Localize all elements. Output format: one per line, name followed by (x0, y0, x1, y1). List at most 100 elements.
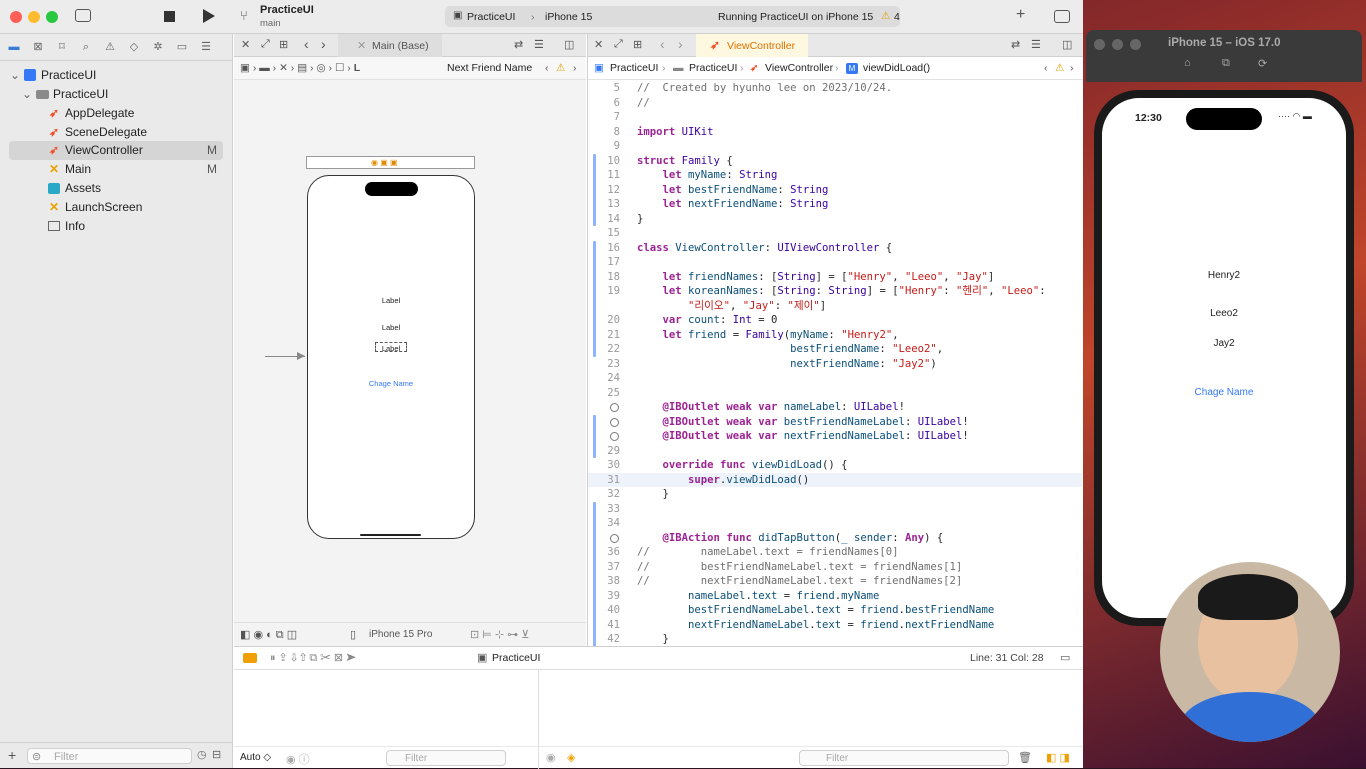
code-line[interactable]: 8 import UIKit (588, 125, 1082, 140)
search-icon[interactable]: ⌕ (80, 41, 92, 53)
code-area[interactable]: 5 // Created by hyunho lee on 2023/10/24.… (588, 81, 1083, 646)
back-icon[interactable]: ‹ (1044, 57, 1048, 80)
zoom-window-button[interactable] (46, 11, 58, 23)
forward-icon[interactable]: › (321, 36, 326, 52)
ib-label-best-friend[interactable]: Label (308, 323, 474, 332)
navigator-filter-input[interactable]: Filter ⊜ (27, 748, 192, 764)
scene-dock[interactable]: ◉ ▣ ▣ (306, 156, 475, 169)
outlet-connection-icon[interactable] (610, 432, 619, 441)
outlet-connection-icon[interactable] (610, 533, 619, 543)
forward-icon[interactable]: › (678, 36, 683, 52)
code-line[interactable]: 37// bestFriendNameLabel.text = friendNa… (588, 560, 1082, 575)
trash-icon[interactable]: 🗑 (1018, 751, 1032, 764)
debug-controls-icon[interactable]: ⏸ ⇪ ⇩ ⇧ ⧉ ✂ ⊠ ➤ (270, 651, 356, 665)
tree-item-info[interactable]: Info (0, 217, 233, 236)
rotate-icon[interactable]: ⟳ (1258, 57, 1267, 70)
grid-icon[interactable]: ⊞ (279, 38, 288, 51)
stop-button[interactable] (164, 11, 175, 22)
close-window-button[interactable] (10, 11, 22, 23)
scheme-selector[interactable]: PracticeUI (467, 11, 515, 23)
code-line[interactable]: 38// nextFriendNameLabel.text = friendNa… (588, 574, 1082, 589)
code-line[interactable]: 40 bestFriendNameLabel.text = friend.bes… (588, 603, 1082, 618)
code-line[interactable]: 36// nameLabel.text = friendNames[0] (588, 545, 1082, 560)
warning-count[interactable]: 4 (894, 11, 900, 23)
issue-icon[interactable]: ⚠ (104, 40, 116, 53)
code-line[interactable]: 14} (588, 212, 1082, 227)
split-icon[interactable]: ◫ (1062, 38, 1072, 51)
code-line[interactable]: 18 let friendNames: [String] = ["Henry",… (588, 270, 1082, 285)
warning-icon[interactable]: ⚠ (1055, 57, 1064, 80)
code-line[interactable]: 16 class ViewController: UIViewController… (588, 241, 1082, 256)
warning-icon[interactable]: ⚠ (881, 10, 890, 22)
zoom-window-button[interactable] (1130, 39, 1141, 50)
code-line[interactable]: 35 @IBAction func didTapButton(_ sender:… (588, 531, 1082, 546)
eye-icon[interactable]: ◉ ⓘ (286, 751, 310, 767)
forward-icon[interactable]: › (573, 57, 577, 80)
code-line[interactable]: 33 (588, 502, 1082, 517)
refresh-icon[interactable]: ⇄ (1011, 38, 1020, 51)
inspector-toggle-icon[interactable] (1054, 10, 1070, 23)
debug-target[interactable]: PracticeUI (492, 652, 540, 664)
code-line[interactable]: 39 nameLabel.text = friend.myName (588, 589, 1082, 604)
jump-item-group[interactable]: PracticeUI (689, 57, 737, 80)
outlet-connection-icon[interactable] (610, 417, 619, 427)
code-line[interactable]: 9 (588, 139, 1082, 154)
screenshot-icon[interactable]: ⧉ (1222, 57, 1230, 70)
outline-toggle-icon[interactable]: ◧ ◉ ◐ ⧉ ◫ (240, 628, 297, 642)
tree-item-scenedelegate[interactable]: ➶ SceneDelegate (0, 123, 233, 142)
code-line[interactable]: "리이오", "Jay": "제이"] (588, 299, 1082, 314)
change-name-button[interactable]: Chage Name (1102, 387, 1346, 398)
grid-icon[interactable]: ⊞ (633, 38, 642, 51)
code-line[interactable]: 31 super.viewDidLoad() (588, 472, 1082, 487)
code-line[interactable]: 17 (588, 255, 1082, 270)
code-line[interactable]: 27 @IBOutlet weak var bestFriendNameLabe… (588, 415, 1082, 430)
console-icon[interactable]: ◈ (567, 751, 575, 764)
refresh-icon[interactable]: ⇄ (514, 38, 523, 51)
tab-viewcontroller[interactable]: ➶ ViewController (696, 34, 808, 57)
image-icon[interactable]: ▣ › ▬ › ✕ › ▤ › ◎ › ☐ › L (240, 57, 360, 80)
jump-item-project[interactable]: PracticeUI (610, 57, 658, 80)
code-line[interactable]: 25 (588, 386, 1082, 401)
panel-icon[interactable]: ▭ (1060, 651, 1070, 664)
code-line[interactable]: 41 nextFriendNameLabel.text = friend.nex… (588, 618, 1082, 633)
code-line[interactable]: 21 let friend = Family(myName: "Henry2", (588, 328, 1082, 343)
breakpoint-icon[interactable]: ▭ (176, 40, 188, 53)
source-control-icon[interactable]: ⊠ (32, 40, 44, 53)
layout-tools-icon[interactable]: ⊡ ⊨ ⊹ ⊶ ⊻ (470, 628, 529, 641)
sidebar-toggle-icon[interactable] (75, 9, 91, 22)
expand-icon[interactable]: ⤢ (614, 38, 623, 51)
back-icon[interactable]: ‹ (304, 36, 309, 52)
list-icon[interactable]: ☰ (1031, 38, 1041, 51)
report-icon[interactable]: ☰ (200, 40, 212, 53)
variables-filter-input[interactable]: Filter (386, 750, 506, 766)
add-icon[interactable]: + (8, 747, 16, 763)
debug-toggle-icon[interactable] (243, 653, 257, 663)
code-line[interactable]: 5 // Created by hyunho lee on 2023/10/24. (588, 81, 1082, 96)
code-line[interactable]: 10 struct Family { (588, 154, 1082, 169)
code-line[interactable]: 34 (588, 516, 1082, 531)
forward-icon[interactable]: › (1070, 57, 1074, 80)
test-icon[interactable]: ◇ (128, 40, 140, 53)
close-window-button[interactable] (1094, 39, 1105, 50)
code-line[interactable]: 42 } (588, 632, 1082, 646)
add-icon[interactable]: + (1016, 6, 1025, 24)
disclosure-icon[interactable]: ⌄ (10, 66, 20, 85)
code-line[interactable]: 23 nextFriendName: "Jay2") (588, 357, 1082, 372)
warning-icon[interactable]: ⚠ (556, 57, 565, 80)
code-line[interactable]: 12 let bestFriendName: String (588, 183, 1082, 198)
simulator-screen[interactable]: 12:30 ···· ◠ ▬ Henry2 Leeo2 Jay2 Chage N… (1102, 98, 1346, 618)
close-icon[interactable]: ✕ (241, 38, 250, 51)
bookmark-icon[interactable]: ⌑ (56, 40, 68, 53)
code-line[interactable]: 13 let nextFriendName: String (588, 197, 1082, 212)
variables-scope-select[interactable]: Auto ◇ (240, 752, 271, 763)
jump-item-file[interactable]: ViewController (765, 57, 833, 80)
tab-main-base[interactable]: ✕ Main (Base) (338, 34, 442, 57)
code-line[interactable]: 28 @IBOutlet weak var nextFriendNameLabe… (588, 429, 1082, 444)
code-line[interactable]: 22 bestFriendName: "Leeo2", (588, 342, 1082, 357)
recent-icon[interactable]: ◷ (197, 748, 207, 761)
tree-item-project[interactable]: ⌄ PracticeUI (0, 66, 233, 85)
close-icon[interactable]: ✕ (594, 38, 603, 51)
storyboard-scene[interactable]: Label Label Label Chage Name (307, 175, 475, 539)
tree-item-assets[interactable]: Assets (0, 179, 233, 198)
code-line[interactable]: 30 override func viewDidLoad() { (588, 458, 1082, 473)
